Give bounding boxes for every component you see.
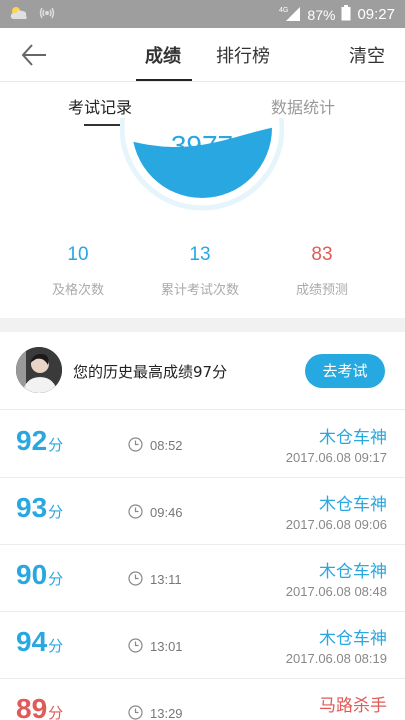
subtab-exam-records[interactable]: 考试记录: [68, 94, 132, 118]
record-score-value: 90: [16, 559, 48, 590]
record-duration: 08:52: [150, 438, 183, 453]
status-bar: 4G 87% 09:27: [0, 0, 405, 28]
record-score-unit: 分: [48, 638, 64, 655]
record-score: 92分: [16, 425, 63, 457]
record-row[interactable]: 93分 09:46 木仓车神 2017.06.08 09:06: [0, 478, 405, 545]
subtab-indicator: [84, 124, 120, 126]
clear-button[interactable]: 清空: [349, 42, 385, 68]
stat-passed-value: 10: [67, 244, 89, 265]
record-score-value: 92: [16, 425, 48, 456]
record-score-value: 94: [16, 626, 48, 657]
record-date: 2017.06.08 09:17: [285, 450, 387, 465]
clock-icon: [128, 638, 143, 653]
record-date: 2017.06.08 09:06: [285, 517, 387, 532]
record-nickname: 马路杀手: [319, 696, 387, 716]
record-score: 93分: [16, 492, 63, 524]
avatar: [16, 347, 62, 393]
stat-passed-label: 及格次数: [51, 283, 104, 298]
stat-prediction-label: 成绩预测: [295, 283, 348, 298]
weather-icon: [8, 4, 30, 25]
record-nickname: 木仓车神: [319, 562, 387, 582]
wifi-calling-icon: [38, 5, 56, 24]
record-nickname: 木仓车神: [319, 495, 387, 515]
record-row[interactable]: 90分 13:11 木仓车神 2017.06.08 08:48: [0, 545, 405, 612]
stat-total-exams-value: 13: [189, 244, 211, 265]
back-arrow-icon: [21, 44, 46, 66]
tab-score[interactable]: 成绩: [145, 42, 181, 68]
record-date: 2017.06.08 08:48: [285, 584, 387, 599]
stat-prediction: 83 成绩预测: [262, 244, 382, 298]
record-score-unit: 分: [48, 504, 64, 521]
stat-total-exams-label: 累计考试次数: [160, 283, 239, 298]
score-summary-card: 3977 10 及格次数 13 累计考试次数 83 成绩预测: [0, 118, 405, 318]
total-score: 3977: [170, 130, 234, 161]
record-duration: 13:29: [150, 706, 183, 720]
clock-icon: [128, 437, 143, 452]
back-button[interactable]: [20, 41, 50, 69]
status-time: 09:27: [357, 6, 395, 23]
top-nav: 成绩 排行榜 清空: [0, 28, 405, 82]
clock-icon: [128, 705, 143, 720]
subtab-data-stats[interactable]: 数据统计: [271, 94, 335, 118]
record-nickname: 木仓车神: [319, 629, 387, 649]
record-row[interactable]: 94分 13:01 木仓车神 2017.06.08 08:19: [0, 612, 405, 679]
clock-icon: [128, 504, 143, 519]
record-score-value: 89: [16, 693, 48, 720]
record-duration: 13:11: [150, 572, 182, 587]
signal-icon: 4G: [279, 5, 301, 24]
record-score: 89分: [16, 693, 63, 720]
stat-total-exams: 13 累计考试次数: [140, 244, 260, 298]
network-type-label: 4G: [279, 7, 288, 14]
record-score-unit: 分: [48, 705, 64, 720]
record-score-value: 93: [16, 492, 48, 523]
record-nickname: 木仓车神: [319, 428, 387, 448]
tab-indicator: [136, 79, 192, 81]
record-row[interactable]: 92分 08:52 木仓车神 2017.06.08 09:17: [0, 411, 405, 478]
record-score-unit: 分: [48, 437, 64, 454]
battery-icon: [341, 5, 351, 24]
record-date: 2017.06.08 08:19: [285, 651, 387, 666]
take-exam-button[interactable]: 去考试: [305, 354, 385, 388]
battery-percent: 87%: [307, 6, 336, 23]
record-score-unit: 分: [48, 571, 64, 588]
best-score-row: 您的历史最高成绩97分 去考试: [0, 332, 405, 410]
stat-passed: 10 及格次数: [18, 244, 138, 298]
stat-prediction-value: 83: [311, 244, 333, 265]
record-duration: 09:46: [150, 505, 183, 520]
record-duration: 13:01: [150, 639, 183, 654]
record-score: 90分: [16, 559, 63, 591]
clock-icon: [128, 571, 143, 586]
tab-ranking[interactable]: 排行榜: [216, 42, 270, 68]
record-row[interactable]: 89分 13:29 马路杀手: [0, 679, 405, 720]
score-page: 4G 87% 09:27 成绩 排行榜 清空 考试记录 数据统计 3977 10…: [0, 0, 405, 720]
section-divider: [0, 318, 405, 332]
record-score: 94分: [16, 626, 63, 658]
best-score-text: 您的历史最高成绩97分: [73, 363, 228, 381]
